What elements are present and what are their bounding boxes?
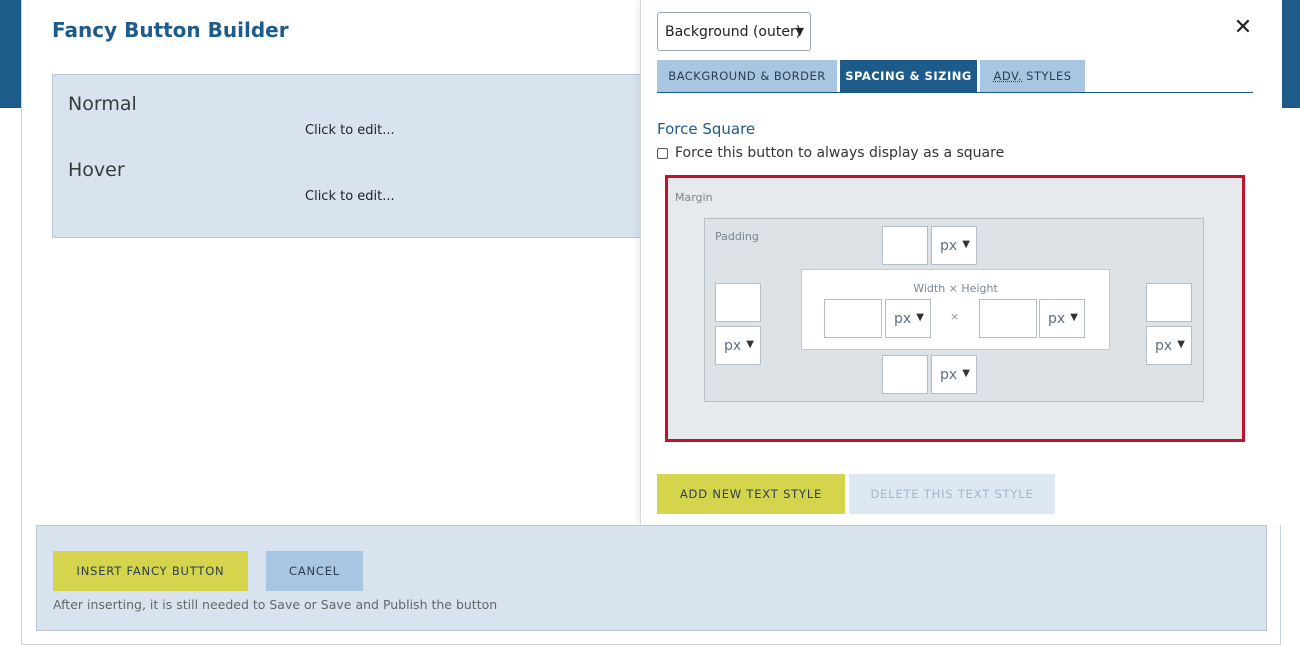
tab-adv-styles[interactable]: ADV. STYLES [980, 60, 1085, 92]
element-select-value: Background (outer) [665, 23, 802, 40]
padding-bottom-unit-value: px [940, 366, 958, 383]
content-size-area: Width × Height px ▼ × px ▼ [801, 269, 1110, 350]
force-square-row: Force this button to always display as a… [657, 145, 1004, 161]
cancel-button[interactable]: CANCEL [266, 551, 363, 591]
chevron-down-icon: ▼ [795, 25, 804, 38]
padding-bottom-input[interactable] [882, 355, 928, 394]
close-icon[interactable]: ✕ [1231, 16, 1255, 40]
tab-adv-rest: STYLES [1022, 69, 1072, 83]
element-select[interactable]: Background (outer) ▼ [657, 12, 811, 51]
chevron-down-icon: ▼ [962, 239, 970, 250]
padding-right-unit-value: px [1155, 337, 1173, 354]
height-unit-select[interactable]: px ▼ [1039, 299, 1085, 338]
height-input[interactable] [979, 299, 1037, 338]
padding-area: Padding px ▼ px ▼ px ▼ px ▼ Width × Heig… [704, 218, 1204, 402]
normal-edit-link[interactable]: Click to edit... [305, 123, 395, 138]
padding-bottom-unit-select[interactable]: px ▼ [931, 355, 977, 394]
padding-top-input[interactable] [882, 226, 928, 265]
tab-adv-abbr: ADV. [993, 69, 1023, 83]
add-text-style-button[interactable]: ADD NEW TEXT STYLE [657, 474, 845, 514]
force-square-checkbox[interactable] [657, 147, 668, 159]
chevron-down-icon: ▼ [916, 312, 924, 323]
modal-title: Fancy Button Builder [52, 18, 289, 42]
times-symbol: × [950, 310, 960, 323]
padding-left-unit-value: px [724, 337, 742, 354]
padding-left-unit-select[interactable]: px ▼ [715, 326, 761, 365]
force-square-title: Force Square [657, 120, 756, 138]
padding-left-input[interactable] [715, 283, 761, 322]
modal-footer: INSERT FANCY BUTTON CANCEL After inserti… [36, 525, 1267, 631]
hover-edit-link[interactable]: Click to edit... [305, 189, 395, 204]
chevron-down-icon: ▼ [1070, 312, 1078, 323]
size-label: Width × Height [913, 282, 998, 295]
chevron-down-icon: ▼ [1177, 339, 1185, 350]
button-preview-area: Normal Click to edit... Hover Click to e… [52, 74, 672, 238]
style-tabs: BACKGROUND & BORDER SPACING & SIZING ADV… [657, 60, 1253, 93]
insert-fancy-button[interactable]: INSERT FANCY BUTTON [53, 551, 248, 591]
footer-note: After inserting, it is still needed to S… [53, 597, 498, 612]
tab-background-border[interactable]: BACKGROUND & BORDER [657, 60, 837, 92]
width-unit-select[interactable]: px ▼ [885, 299, 931, 338]
height-unit-value: px [1048, 310, 1066, 327]
style-editor-panel: Background (outer) ▼ ✕ BACKGROUND & BORD… [640, 0, 1282, 525]
padding-label: Padding [715, 230, 759, 243]
margin-area: Margin Padding px ▼ px ▼ px ▼ px ▼ Width… [668, 178, 1242, 439]
delete-text-style-button[interactable]: DELETE THIS TEXT STYLE [849, 474, 1055, 514]
padding-right-unit-select[interactable]: px ▼ [1146, 326, 1192, 365]
force-square-label: Force this button to always display as a… [675, 145, 1005, 161]
normal-state-label: Normal [68, 93, 137, 115]
padding-top-unit-select[interactable]: px ▼ [931, 226, 977, 265]
chevron-down-icon: ▼ [746, 339, 754, 350]
fancy-button-builder-modal: Fancy Button Builder Normal Click to edi… [21, 0, 1282, 645]
box-model-editor: Margin Padding px ▼ px ▼ px ▼ px ▼ Width… [665, 175, 1245, 442]
padding-top-unit-value: px [940, 237, 958, 254]
padding-right-input[interactable] [1146, 283, 1192, 322]
tab-spacing-sizing[interactable]: SPACING & SIZING [840, 60, 977, 92]
margin-label: Margin [675, 191, 713, 204]
width-unit-value: px [894, 310, 912, 327]
hover-state-label: Hover [68, 159, 125, 181]
width-input[interactable] [824, 299, 882, 338]
chevron-down-icon: ▼ [962, 368, 970, 379]
